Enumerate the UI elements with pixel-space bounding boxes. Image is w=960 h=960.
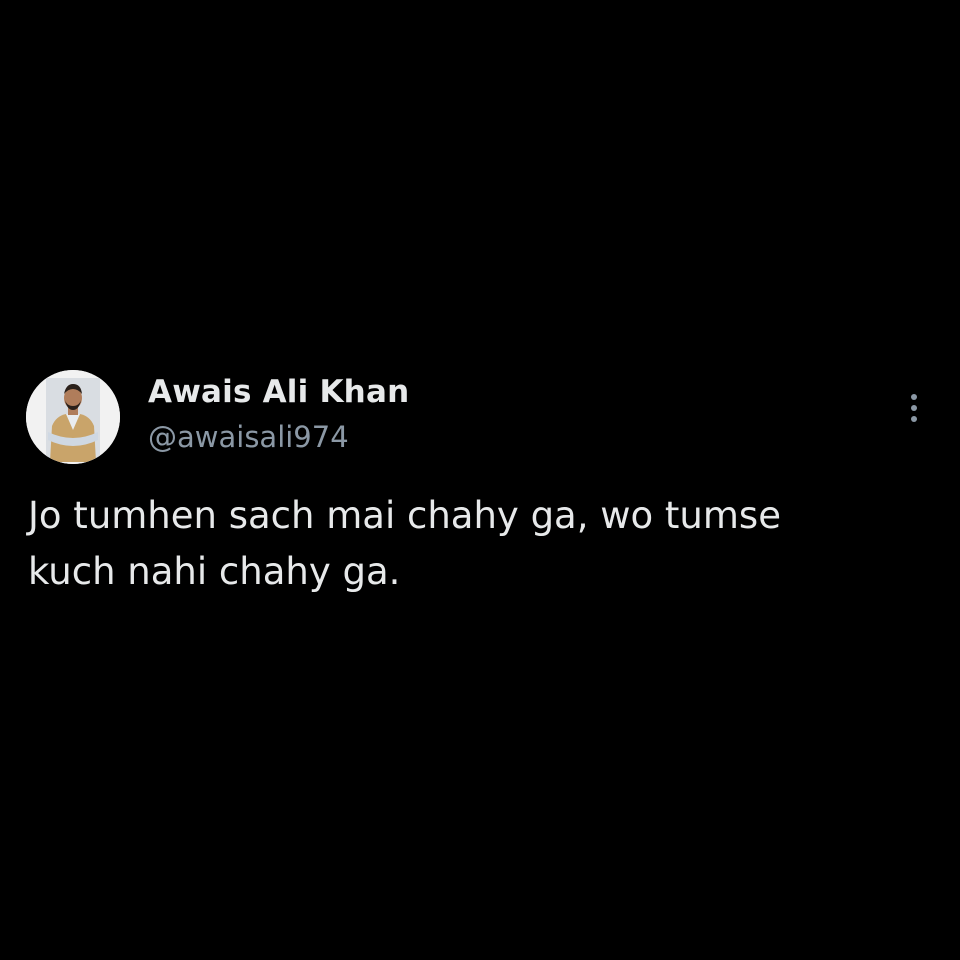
tweet-card: Awais Ali Khan @awaisali974 Jo tumhen sa… [0, 0, 960, 960]
tweet-text: Jo tumhen sach mai chahy ga, wo tumse ku… [28, 494, 781, 593]
more-dot [911, 394, 917, 400]
avatar[interactable] [26, 370, 120, 464]
more-dot [911, 405, 917, 411]
author-handle[interactable]: @awaisali974 [148, 420, 349, 454]
more-dot [911, 416, 917, 422]
profile-photo-icon [26, 370, 120, 464]
author-display-name[interactable]: Awais Ali Khan [148, 374, 409, 410]
more-vertical-icon[interactable] [898, 388, 930, 428]
